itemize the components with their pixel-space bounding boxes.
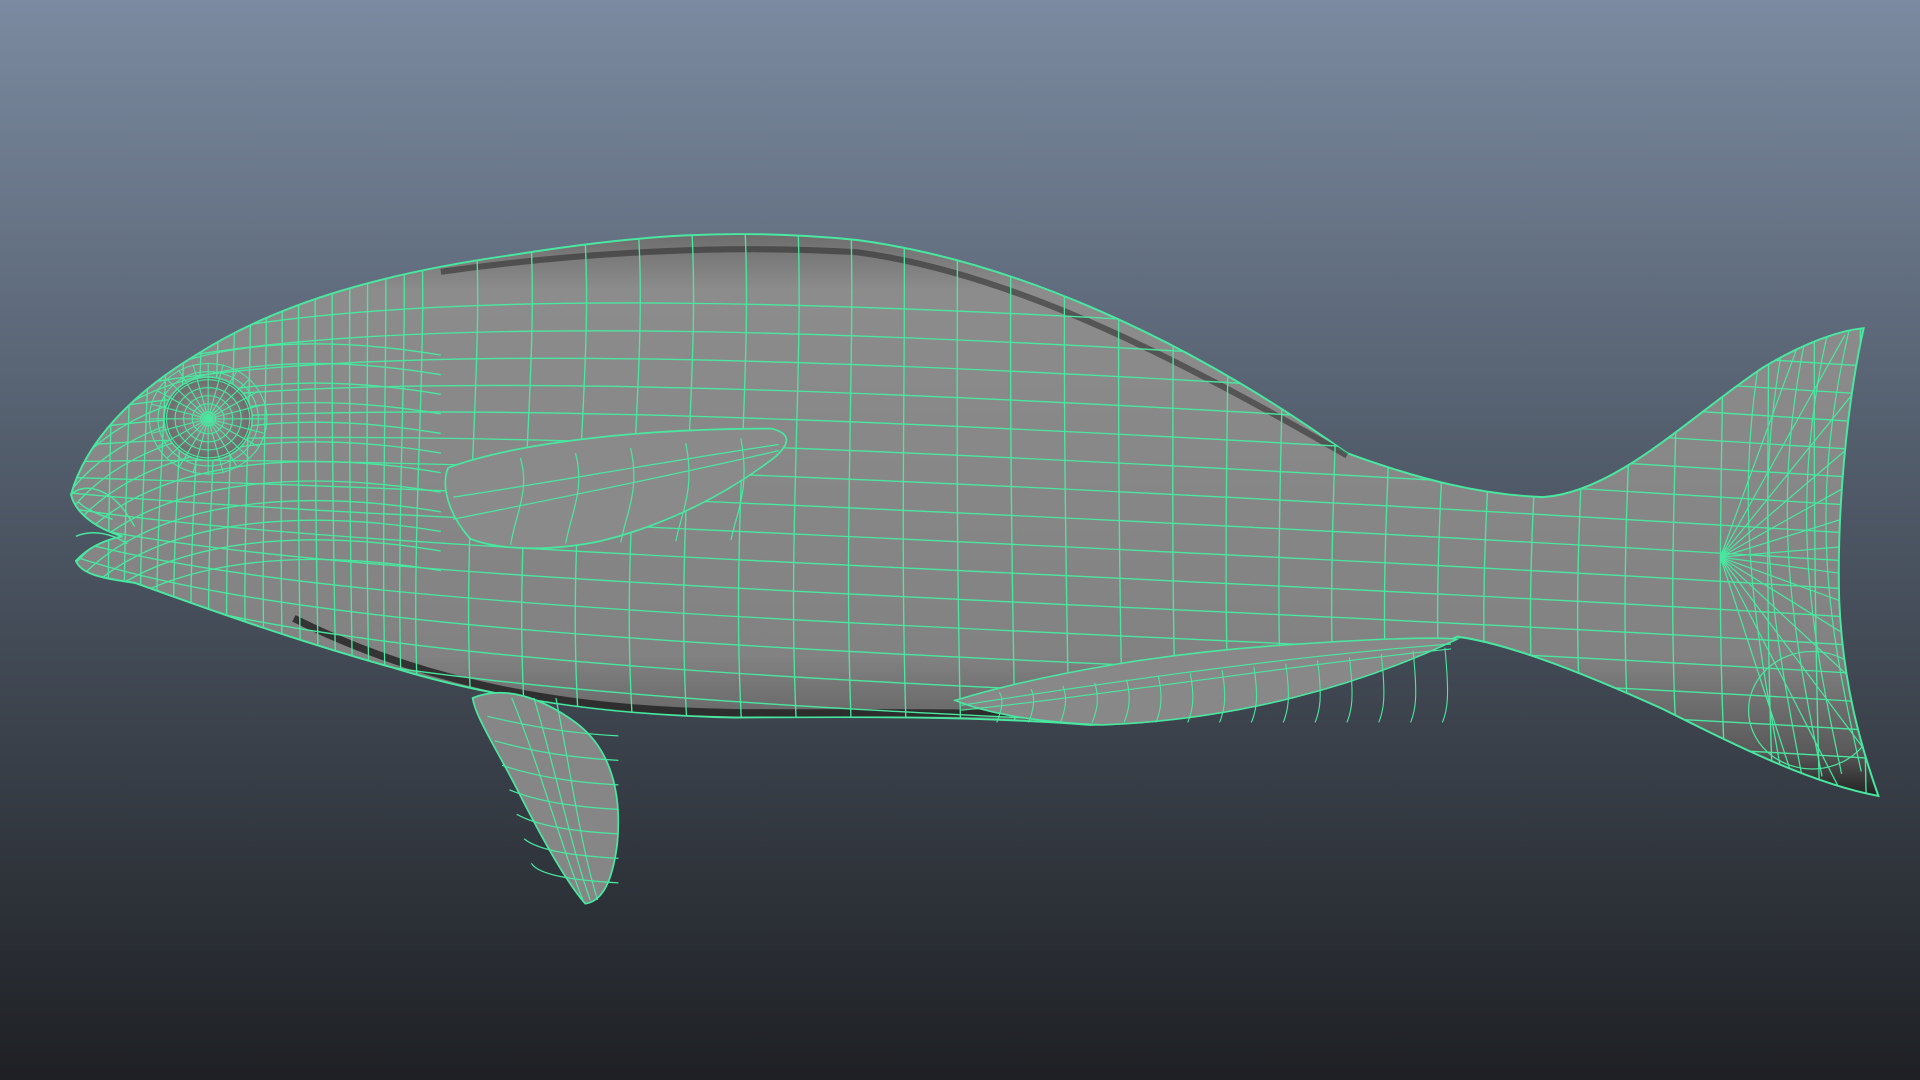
eye [148,362,268,476]
mesh-edge [1410,650,1417,723]
mesh-edge [1441,647,1449,723]
fish-model[interactable] [0,0,1920,1080]
mesh-edge [1483,234,1496,796]
pelvic-fin[interactable] [471,691,620,905]
mesh-edge [1859,234,1867,796]
mesh-edge [1529,234,1543,796]
perspective-viewport[interactable] [0,0,1920,1080]
